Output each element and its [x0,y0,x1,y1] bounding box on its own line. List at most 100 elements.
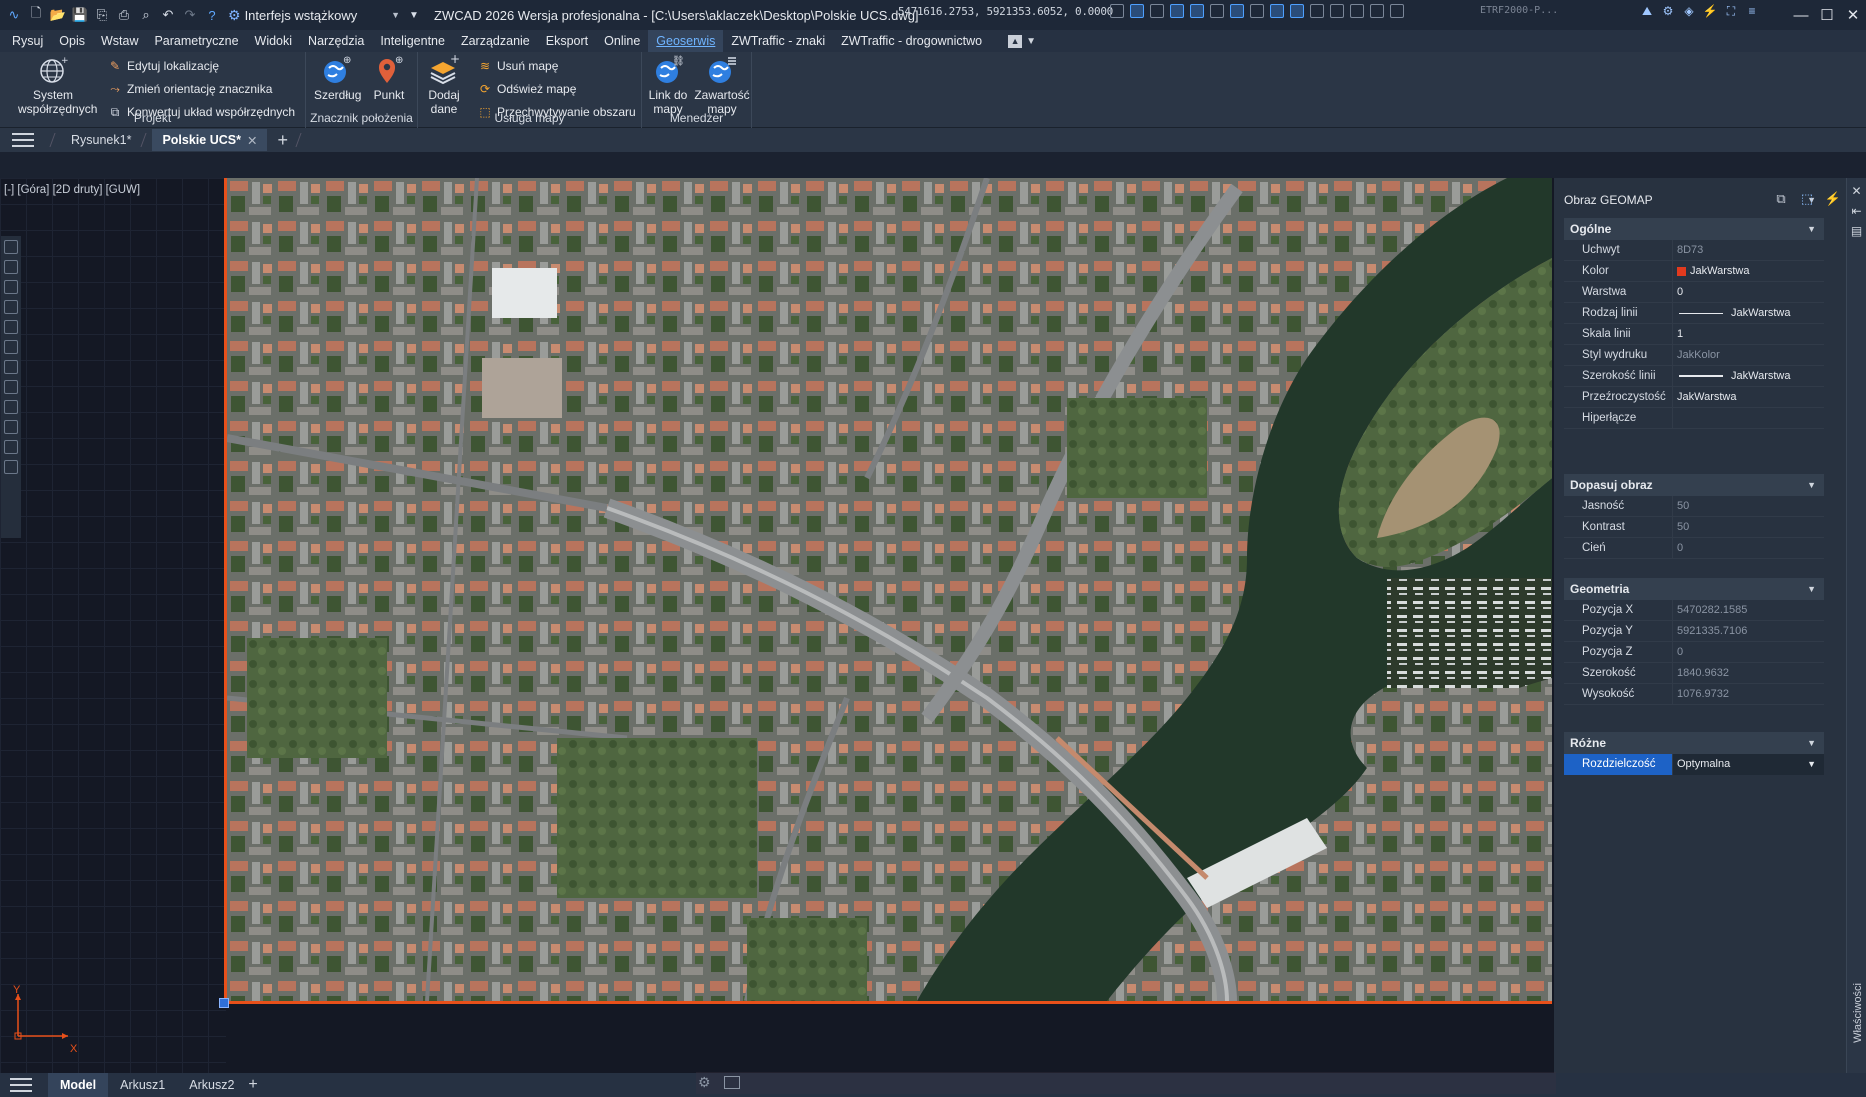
tab-model[interactable]: Model [48,1073,109,1097]
prop-row-cien[interactable]: Cień 0 [1564,537,1824,559]
section-header-geometria[interactable]: Geometria ▼ [1564,578,1824,600]
prop-row-rodzaj-linii[interactable]: Rodzaj linii JakWarstwa [1564,302,1824,324]
toolbar-tool-icon[interactable] [4,240,18,254]
print-preview-icon[interactable]: ⌕ [138,7,154,23]
quick-properties-icon[interactable] [1370,4,1384,18]
toolbar-tool-icon[interactable] [4,260,18,274]
close-panel-icon[interactable]: ✕ [1850,184,1864,198]
fullscreen-icon[interactable]: ⛶ [1724,4,1738,18]
prop-row-wysokosc[interactable]: Wysokość 1076.9732 [1564,683,1824,705]
open-file-icon[interactable]: 📂 [50,7,66,23]
grid-toggle-icon[interactable] [1110,4,1124,18]
menu-inteligentne[interactable]: Inteligentne [372,30,453,52]
redo-icon[interactable]: ↷ [182,7,198,23]
prop-row-pozycja-x[interactable]: Pozycja X 5470282.1585 [1564,599,1824,621]
prop-row-jasnosc[interactable]: Jasność 50 [1564,495,1824,517]
geolocation-icon[interactable] [1390,4,1404,18]
layout-menu-icon[interactable] [10,1078,32,1092]
customize-status-icon[interactable]: ≡ [1745,4,1759,18]
toolbar-tool-icon[interactable] [4,360,18,374]
prop-row-kolor[interactable]: Kolor JakWarstwa [1564,260,1824,282]
dynamic-ucs-icon[interactable] [1230,4,1244,18]
toggle-pickadd-icon[interactable]: ⧉ [1772,190,1790,208]
toolbar-tool-icon[interactable] [4,400,18,414]
toolbar-tool-icon[interactable] [4,420,18,434]
prop-row-rozdzielczosc[interactable]: Rozdzielczość Optymalna ▼ [1564,753,1824,775]
map-contents-button[interactable]: Zawartość mapy [694,54,750,116]
tab-rysunek1[interactable]: Rysunek1* [61,129,141,151]
settings-icon[interactable] [4,460,18,474]
image-grip-handle[interactable] [219,998,229,1008]
osnap-toggle-icon[interactable] [1190,4,1204,18]
menu-geoserwis[interactable]: Geoserwis [648,30,724,52]
hardware-acceleration-icon[interactable]: ⚡ [1703,4,1718,18]
polar-toggle-icon[interactable] [1170,4,1184,18]
menu-zwtraffic-drogownictwo[interactable]: ZWTraffic - drogownictwo [833,30,990,52]
select-objects-icon[interactable]: ⬚ [1798,190,1816,208]
lineweight-toggle-icon[interactable] [1270,4,1284,18]
minimize-button[interactable]: — [1788,0,1814,30]
save-as-icon[interactable]: ⎘ [94,7,110,23]
toolbar-tool-icon[interactable] [4,280,18,294]
menu-hamburger-icon[interactable] [12,133,34,147]
units-icon[interactable] [1350,4,1364,18]
close-tab-icon[interactable]: ✕ [247,133,257,148]
new-layout-button[interactable]: + [248,1076,257,1094]
menu-opis[interactable]: Opis [51,30,93,52]
quick-select-icon[interactable]: ⚡ [1824,190,1842,208]
customize-toolbar-icon[interactable]: ▼ [406,7,422,23]
menu-narzedzia[interactable]: Narzędzia [300,30,372,52]
dynamic-input-icon[interactable] [1250,4,1264,18]
section-header-dopasuj[interactable]: Dopasuj obraz ▼ [1564,474,1824,496]
command-history-icon[interactable] [724,1076,740,1089]
prop-row-szerokosc-linii[interactable]: Szerokość linii JakWarstwa [1564,365,1824,387]
prop-row-kontrast[interactable]: Kontrast 50 [1564,516,1824,538]
ortho-toggle-icon[interactable] [1150,4,1164,18]
autohide-icon[interactable]: ⇤ [1850,204,1864,218]
remove-map-button[interactable]: ≋ Usuń mapę [478,57,558,75]
prop-row-przezroczystosc[interactable]: Przeźroczystość JakWarstwa [1564,386,1824,408]
panel-settings-icon[interactable]: ▤ [1850,224,1864,238]
otrack-toggle-icon[interactable] [1210,4,1224,18]
menu-zwtraffic-znaki[interactable]: ZWTraffic - znaki [723,30,833,52]
resolution-dropdown[interactable]: Optymalna ▼ [1672,753,1824,775]
workspace-dropdown[interactable]: ⚙ Interfejs wstążkowy ▼ [228,5,400,25]
section-header-ogolne[interactable]: Ogólne ▼ [1564,218,1824,240]
close-window-button[interactable]: ✕ [1840,0,1866,30]
ribbon-display-toggle[interactable]: ▲ ▼ [1008,34,1036,48]
selection-cycling-icon[interactable] [1310,4,1324,18]
geomap-aerial-image[interactable] [224,178,1552,1004]
prop-row-styl-wydruku[interactable]: Styl wydruku JakKolor [1564,344,1824,366]
toolbar-tool-icon[interactable] [4,440,18,454]
print-icon[interactable]: ⎙ [116,7,132,23]
prop-row-hiperlacze[interactable]: Hiperłącze [1564,407,1824,429]
toolbar-tool-icon[interactable] [4,380,18,394]
save-icon[interactable]: 💾 [72,7,88,23]
prop-row-szerokosc[interactable]: Szerokość 1840.9632 [1564,662,1824,684]
annotation-scale-icon[interactable]: ⛰ [1640,4,1654,18]
workspace-switch-icon[interactable]: ⚙ [1661,4,1675,18]
prop-row-uchwyt[interactable]: Uchwyt 8D73 [1564,239,1824,261]
latlong-marker-button[interactable]: ⊕ Szerdług [314,54,361,102]
menu-online[interactable]: Online [596,30,648,52]
change-marker-orientation-button[interactable]: ⤳ Zmień orientację znacznika [108,80,272,98]
drawing-viewport[interactable]: [-] [Góra] [2D druty] [GUW] Y X [0,178,1554,1073]
transparency-toggle-icon[interactable] [1290,4,1304,18]
menu-eksport[interactable]: Eksport [538,30,596,52]
menu-wstaw[interactable]: Wstaw [93,30,147,52]
coordinate-system-status[interactable]: ETRF2000-P... [1480,5,1558,16]
edit-location-button[interactable]: ✎ Edytuj lokalizację [108,57,219,75]
map-link-button[interactable]: ⛓ Link do mapy [646,54,690,116]
tab-arkusz2[interactable]: Arkusz2 [177,1073,246,1097]
refresh-map-button[interactable]: ⟳ Odśwież mapę [478,80,576,98]
app-logo-icon[interactable]: ∿ [6,7,22,23]
new-file-icon[interactable]: 🗋 [28,5,44,23]
coordinate-system-button[interactable]: + System współrzędnych [8,54,98,116]
prop-row-pozycja-y[interactable]: Pozycja Y 5921335.7106 [1564,620,1824,642]
menu-zarzadzanie[interactable]: Zarządzanie [453,30,538,52]
section-header-rozne[interactable]: Różne ▼ [1564,732,1824,754]
maximize-button[interactable]: ☐ [1814,0,1840,30]
annotation-monitor-icon[interactable] [1330,4,1344,18]
isolate-objects-icon[interactable]: ◈ [1682,4,1696,18]
toolbar-tool-icon[interactable] [4,300,18,314]
